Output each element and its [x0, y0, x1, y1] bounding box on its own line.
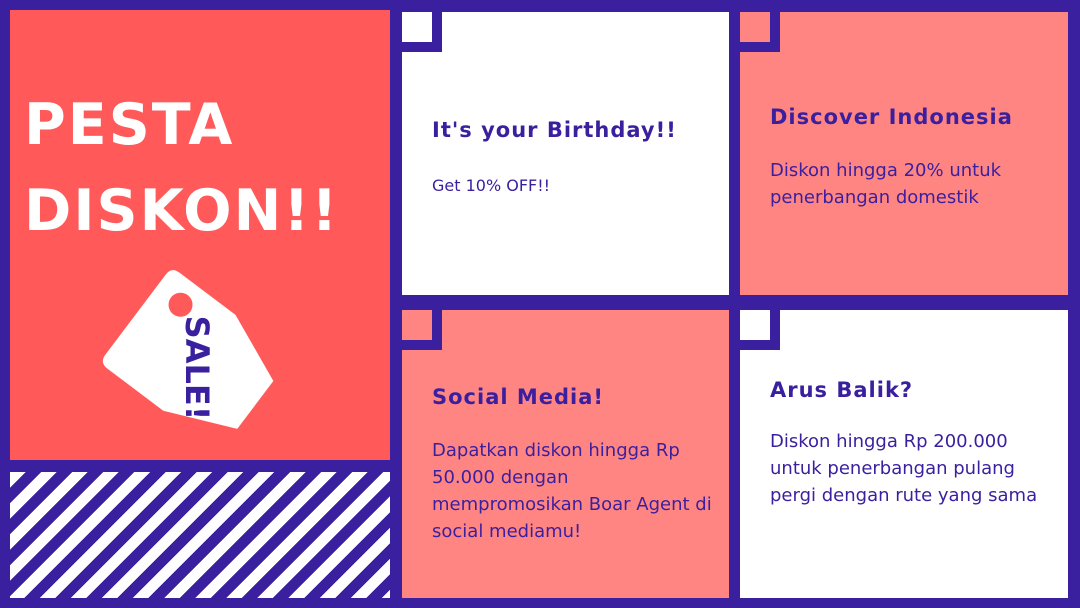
hero-title-line1: PESTA	[24, 92, 235, 158]
corner-square	[402, 310, 442, 350]
card-text: Get 10% OFF!!	[432, 176, 551, 195]
card-title: Arus Balik?	[770, 378, 914, 402]
hero-title: PESTA DISKON!!	[24, 82, 339, 254]
card-text: Diskon hingga Rp 200.000 untuk penerbang…	[770, 431, 1038, 506]
card-title: Discover Indonesia	[770, 105, 1013, 129]
card-text: Diskon hingga 20% untuk penerbangan dome…	[770, 160, 1002, 208]
corner-square	[740, 12, 780, 52]
corner-square	[402, 12, 442, 52]
card-text: Dapatkan diskon hingga Rp 50.000 dengan …	[432, 440, 712, 542]
price-tag-icon: SALE!	[102, 270, 274, 429]
card-title: Social Media!	[432, 385, 604, 409]
card-arus-balik: Arus Balik? Diskon hingga Rp 200.000 unt…	[740, 310, 1068, 598]
card-social-media: Social Media! Dapatkan diskon hingga Rp …	[402, 310, 729, 598]
hero-panel: PESTA DISKON!! SALE!	[10, 10, 390, 460]
corner-square	[740, 310, 780, 350]
card-birthday: It's your Birthday!! Get 10% OFF!!	[402, 12, 729, 295]
striped-decoration	[10, 472, 390, 598]
hero-title-line2: DISKON!!	[24, 178, 340, 244]
sale-label: SALE!	[178, 316, 216, 421]
card-title: It's your Birthday!!	[432, 118, 677, 142]
card-discover-indonesia: Discover Indonesia Diskon hingga 20% unt…	[740, 12, 1068, 295]
